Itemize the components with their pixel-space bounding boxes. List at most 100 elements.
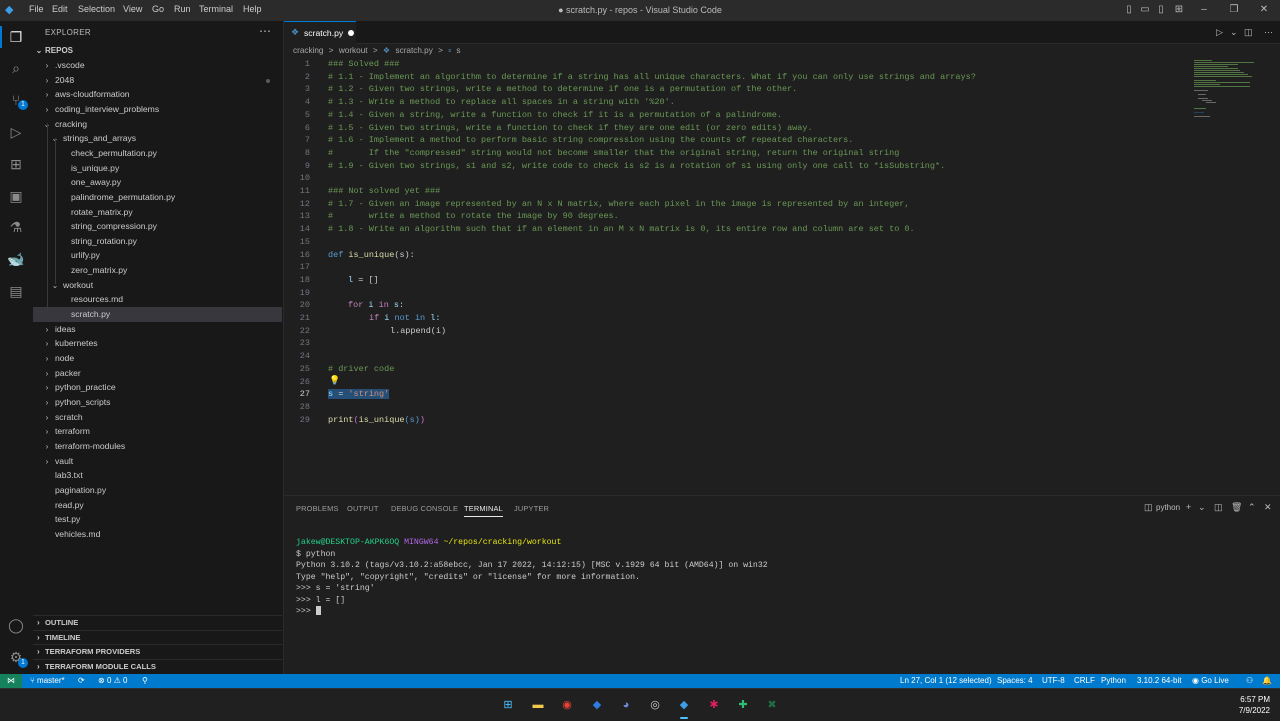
app-icon[interactable]: ◆	[588, 696, 606, 714]
breadcrumb-item[interactable]: cracking	[293, 46, 324, 55]
terminal-instance-label[interactable]: python	[1156, 503, 1180, 512]
tree-folder[interactable]: ⌄cracking	[33, 117, 282, 132]
tab-debug-console[interactable]: DEBUG CONSOLE	[391, 504, 458, 513]
tab-problems[interactable]: PROBLEMS	[296, 504, 339, 513]
run-python-file-icon[interactable]: ▷	[1216, 27, 1223, 38]
tree-file[interactable]: is_unique.py	[33, 161, 282, 176]
section-timeline[interactable]: › TIMELINE	[33, 630, 282, 645]
system-clock[interactable]: 6:57 PM 7/9/2022	[1239, 694, 1270, 716]
tree-file[interactable]: urlify.py	[33, 248, 282, 263]
lightbulb-icon[interactable]: 💡	[329, 375, 340, 386]
tab-jupyter[interactable]: JUPYTER	[514, 504, 549, 513]
slack-icon[interactable]: ✱	[705, 696, 723, 714]
minimize-icon[interactable]: –	[1197, 3, 1211, 17]
breadcrumb-item[interactable]: scratch.py	[396, 46, 433, 55]
tree-file[interactable]: one_away.py	[33, 175, 282, 190]
minimap[interactable]	[1194, 58, 1274, 128]
unsaved-dot-icon[interactable]	[348, 30, 354, 36]
vscode-taskbar-icon[interactable]: ◆	[675, 696, 693, 719]
tree-file[interactable]: palindrome_permutation.py	[33, 190, 282, 205]
excel-icon[interactable]: ✖	[763, 696, 781, 714]
tree-folder[interactable]: › .vscode	[33, 58, 282, 73]
tab-output[interactable]: OUTPUT	[347, 504, 379, 513]
tree-folder[interactable]: › aws-cloudformation	[33, 87, 282, 102]
notifications-icon[interactable]: 🔔	[1262, 674, 1272, 688]
tree-file[interactable]: zero_matrix.py	[33, 263, 282, 278]
search-icon[interactable]: ⌕	[7, 59, 25, 77]
file-explorer-icon[interactable]: ▬	[529, 696, 547, 714]
tree-file[interactable]: pagination.py	[33, 483, 282, 498]
tree-folder[interactable]: › packer	[33, 366, 282, 381]
section-terraform-providers[interactable]: › TERRAFORM PROVIDERS	[33, 644, 282, 659]
tree-folder[interactable]: › ideas	[33, 322, 282, 337]
tree-file[interactable]: test.py	[33, 512, 282, 527]
new-terminal-icon[interactable]: +	[1186, 502, 1191, 512]
problems-status[interactable]: ⊗ 0 ⚠ 0	[98, 674, 127, 688]
editor-more-icon[interactable]: ⋯	[1264, 27, 1273, 38]
tree-file[interactable]: check_permultation.py	[33, 146, 282, 161]
tree-folder[interactable]: › 2048	[33, 73, 282, 88]
testing-icon[interactable]: ⚗	[7, 218, 25, 236]
go-live-button[interactable]: ◉ Go Live	[1192, 674, 1229, 688]
breadcrumb-item[interactable]: workout	[339, 46, 368, 55]
terminal-input-line[interactable]: >>>	[296, 606, 321, 618]
indentation[interactable]: Spaces: 4	[997, 674, 1033, 688]
tree-folder[interactable]: › terraform	[33, 424, 282, 439]
branch-status[interactable]: ⑂ master*	[30, 674, 65, 688]
tree-folder[interactable]: › terraform-modules	[33, 439, 282, 454]
code-editor[interactable]: 1 2 3 4 5 6 7 8 9 10 11 12 13 14 15 16 17 18 19 20 21 22 23 24 2…	[284, 58, 1280, 494]
breadcrumb-item[interactable]: s	[456, 46, 460, 55]
tree-file[interactable]: rotate_matrix.py	[33, 205, 282, 220]
tree-folder[interactable]: › coding_interview_problems	[33, 102, 282, 117]
tab-terminal[interactable]: TERMINAL	[464, 504, 503, 517]
toggle-panel-icon[interactable]: ▭	[1138, 3, 1152, 17]
tree-file[interactable]: scratch.py	[33, 307, 282, 323]
discord-icon[interactable]: ◕	[617, 696, 635, 714]
workspace-root[interactable]: ⌄ REPOS	[33, 43, 282, 58]
tab-scratch-py[interactable]: ❖ scratch.py	[284, 21, 356, 44]
account-icon[interactable]: ◯	[7, 616, 25, 634]
language-mode[interactable]: Python	[1101, 674, 1126, 688]
kill-terminal-icon[interactable]: 🗑	[1231, 502, 1242, 513]
python-interpreter[interactable]: 3.10.2 64-bit	[1137, 674, 1181, 688]
run-dropdown-icon[interactable]: ⌄	[1230, 27, 1238, 38]
windows-start-icon[interactable]: ⊞	[499, 696, 517, 714]
docker-icon[interactable]: 🐋	[7, 250, 25, 268]
tree-folder[interactable]: › python_scripts	[33, 395, 282, 410]
remote-indicator-icon[interactable]: ⋈	[0, 674, 22, 688]
maximize-panel-icon[interactable]: ⌃	[1248, 502, 1256, 513]
split-terminal-icon[interactable]: ◫	[1214, 502, 1223, 513]
tree-folder[interactable]: › python_practice	[33, 380, 282, 395]
section-terraform-module-calls[interactable]: › TERRAFORM MODULE CALLS	[33, 659, 282, 674]
toggle-primary-sidebar-icon[interactable]: ▯	[1122, 3, 1136, 17]
tree-file[interactable]: string_rotation.py	[33, 234, 282, 249]
accounts-icon[interactable]: ⚇	[1246, 674, 1253, 688]
tree-file[interactable]: read.py	[33, 498, 282, 513]
remote-explorer-icon[interactable]: ▣	[7, 187, 25, 205]
more-actions-icon[interactable]: ⋯	[259, 24, 271, 38]
tree-folder[interactable]: › vault	[33, 454, 282, 469]
split-editor-icon[interactable]: ◫	[1244, 27, 1253, 38]
explorer-icon[interactable]: ❐	[7, 28, 25, 46]
extensions-icon[interactable]: ⊞	[7, 155, 25, 173]
customize-layout-icon[interactable]: ⊞	[1172, 3, 1186, 17]
chrome-icon[interactable]: ◉	[558, 696, 576, 714]
encoding[interactable]: UTF-8	[1042, 674, 1065, 688]
tree-folder[interactable]: › kubernetes	[33, 336, 282, 351]
toggle-secondary-sidebar-icon[interactable]: ▯	[1154, 3, 1168, 17]
tree-file[interactable]: vehicles.md	[33, 527, 282, 542]
close-icon[interactable]: ✕	[1257, 3, 1271, 17]
terminal-icon[interactable]: ▤	[7, 282, 25, 300]
tree-file[interactable]: lab3.txt	[33, 468, 282, 483]
tree-folder[interactable]: ⌄ workout	[33, 278, 282, 293]
maximize-icon[interactable]: ❐	[1227, 3, 1241, 17]
terminal-dropdown-icon[interactable]: ⌄	[1198, 502, 1206, 513]
debug-icon[interactable]: ⚲	[142, 674, 148, 688]
github-icon[interactable]: ◎	[646, 696, 664, 714]
tree-folder[interactable]: › node	[33, 351, 282, 366]
tree-file[interactable]: resources.md	[33, 292, 282, 307]
section-outline[interactable]: › OUTLINE	[33, 615, 282, 630]
close-panel-icon[interactable]: ✕	[1264, 502, 1272, 513]
line-ending[interactable]: CRLF	[1074, 674, 1095, 688]
tree-folder[interactable]: › scratch	[33, 410, 282, 425]
